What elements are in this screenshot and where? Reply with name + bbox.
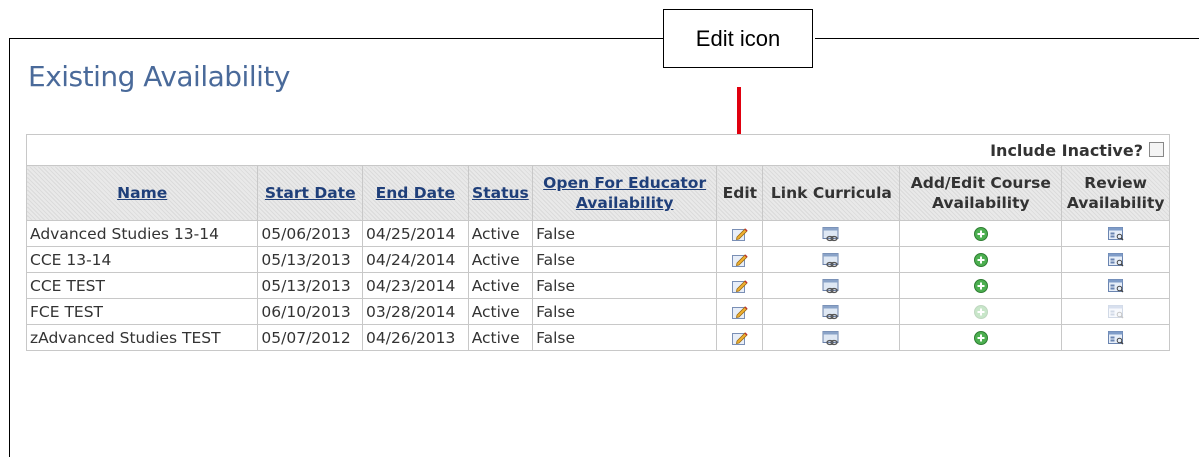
- cell-start-date: 05/13/2013: [257, 246, 364, 273]
- cell-open-for-educator: False: [532, 324, 718, 351]
- header-edit: Edit: [716, 165, 764, 221]
- cell-edit: [716, 220, 764, 247]
- cell-name: FCE TEST: [25, 298, 259, 325]
- cell-open-for-educator: False: [532, 272, 718, 299]
- cell-start-date: 06/10/2013: [257, 298, 364, 325]
- include-inactive-label: Include Inactive?: [990, 140, 1143, 160]
- review-list-icon[interactable]: [1107, 225, 1125, 243]
- cell-add-edit-course: [899, 298, 1063, 325]
- edit-icon-callout: Edit icon: [663, 9, 813, 68]
- pencil-edit-icon[interactable]: [731, 303, 749, 321]
- review-list-icon[interactable]: [1107, 277, 1125, 295]
- add-plus-circle-icon: [972, 303, 990, 321]
- table-row: FCE TEST 06/10/2013 03/28/2014 Active False: [25, 298, 1170, 325]
- cell-status: Active: [467, 246, 534, 273]
- cell-name: CCE TEST: [25, 272, 259, 299]
- header-open-for-educator[interactable]: Open For Educator Availability: [532, 165, 718, 221]
- annotation-frame-left: [9, 38, 10, 457]
- cell-edit: [716, 324, 764, 351]
- cell-status: Active: [467, 220, 534, 247]
- cell-link-curricula: [762, 324, 901, 351]
- table-header-row: Name Start Date End Date Status Open For…: [25, 165, 1170, 221]
- cell-name: zAdvanced Studies TEST: [25, 324, 259, 351]
- table-row: CCE 13-14 05/13/2013 04/24/2014 Active False: [25, 246, 1170, 273]
- table-body: Advanced Studies 13-14 05/06/2013 04/25/20…: [25, 220, 1170, 351]
- cell-link-curricula: [762, 220, 901, 247]
- add-plus-circle-icon[interactable]: [972, 251, 990, 269]
- cell-link-curricula: [762, 298, 901, 325]
- header-status[interactable]: Status: [467, 165, 534, 221]
- cell-add-edit-course: [899, 246, 1063, 273]
- add-plus-circle-icon[interactable]: [972, 329, 990, 347]
- link-curricula-icon[interactable]: [822, 329, 840, 347]
- cell-add-edit-course: [899, 324, 1063, 351]
- cell-add-edit-course: [899, 272, 1063, 299]
- header-start-date[interactable]: Start Date: [257, 165, 364, 221]
- header-name[interactable]: Name: [25, 165, 259, 221]
- cell-status: Active: [467, 272, 534, 299]
- header-end-date[interactable]: End Date: [362, 165, 469, 221]
- sort-end-date-link[interactable]: End Date: [376, 184, 455, 202]
- cell-end-date: 04/23/2014: [362, 272, 469, 299]
- cell-status: Active: [467, 324, 534, 351]
- pencil-edit-icon[interactable]: [731, 251, 749, 269]
- sort-open-for-educator-link[interactable]: Open For Educator Availability: [543, 174, 706, 212]
- annotation-frame-top-right: [815, 38, 1199, 39]
- cell-review: [1061, 298, 1170, 325]
- cell-add-edit-course: [899, 220, 1063, 247]
- cell-end-date: 03/28/2014: [362, 298, 469, 325]
- cell-start-date: 05/06/2013: [257, 220, 364, 247]
- cell-review: [1061, 272, 1170, 299]
- cell-open-for-educator: False: [532, 246, 718, 273]
- add-plus-circle-icon[interactable]: [972, 225, 990, 243]
- cell-review: [1061, 324, 1170, 351]
- cell-status: Active: [467, 298, 534, 325]
- cell-end-date: 04/26/2013: [362, 324, 469, 351]
- add-plus-circle-icon[interactable]: [972, 277, 990, 295]
- pencil-edit-icon[interactable]: [731, 225, 749, 243]
- cell-edit: [716, 298, 764, 325]
- cell-name: CCE 13-14: [25, 246, 259, 273]
- header-review: Review Availability: [1061, 165, 1170, 221]
- review-list-icon: [1107, 303, 1125, 321]
- cell-open-for-educator: False: [532, 298, 718, 325]
- pencil-edit-icon[interactable]: [731, 277, 749, 295]
- cell-start-date: 05/13/2013: [257, 272, 364, 299]
- sort-status-link[interactable]: Status: [472, 184, 529, 202]
- link-curricula-icon[interactable]: [822, 303, 840, 321]
- link-curricula-icon[interactable]: [822, 251, 840, 269]
- table-row: CCE TEST 05/13/2013 04/23/2014 Active False: [25, 272, 1170, 299]
- header-link-curricula: Link Curricula: [762, 165, 901, 221]
- cell-link-curricula: [762, 246, 901, 273]
- pencil-edit-icon[interactable]: [731, 329, 749, 347]
- review-list-icon[interactable]: [1107, 329, 1125, 347]
- link-curricula-icon[interactable]: [822, 225, 840, 243]
- cell-open-for-educator: False: [532, 220, 718, 247]
- include-inactive-checkbox[interactable]: [1149, 141, 1164, 157]
- annotation-frame-top-left: [9, 38, 663, 39]
- header-add-edit-course: Add/Edit Course Availability: [899, 165, 1063, 221]
- table-row: Advanced Studies 13-14 05/06/2013 04/25/20…: [25, 220, 1170, 247]
- sort-start-date-link[interactable]: Start Date: [265, 184, 356, 202]
- callout-text: Edit icon: [695, 25, 781, 51]
- sort-name-link[interactable]: Name: [117, 184, 167, 202]
- page-title: Existing Availability: [28, 60, 290, 93]
- availability-table: Include Inactive? Name Start Date End Da…: [25, 134, 1170, 351]
- cell-end-date: 04/24/2014: [362, 246, 469, 273]
- cell-review: [1061, 220, 1170, 247]
- include-inactive-row: Include Inactive?: [26, 134, 1170, 166]
- link-curricula-icon[interactable]: [822, 277, 840, 295]
- table-row: zAdvanced Studies TEST 05/07/2012 04/26/20…: [25, 324, 1170, 351]
- review-list-icon[interactable]: [1107, 251, 1125, 269]
- cell-name: Advanced Studies 13-14: [25, 220, 259, 247]
- cell-review: [1061, 246, 1170, 273]
- cell-link-curricula: [762, 272, 901, 299]
- cell-start-date: 05/07/2012: [257, 324, 364, 351]
- cell-edit: [716, 272, 764, 299]
- cell-end-date: 04/25/2014: [362, 220, 469, 247]
- cell-edit: [716, 246, 764, 273]
